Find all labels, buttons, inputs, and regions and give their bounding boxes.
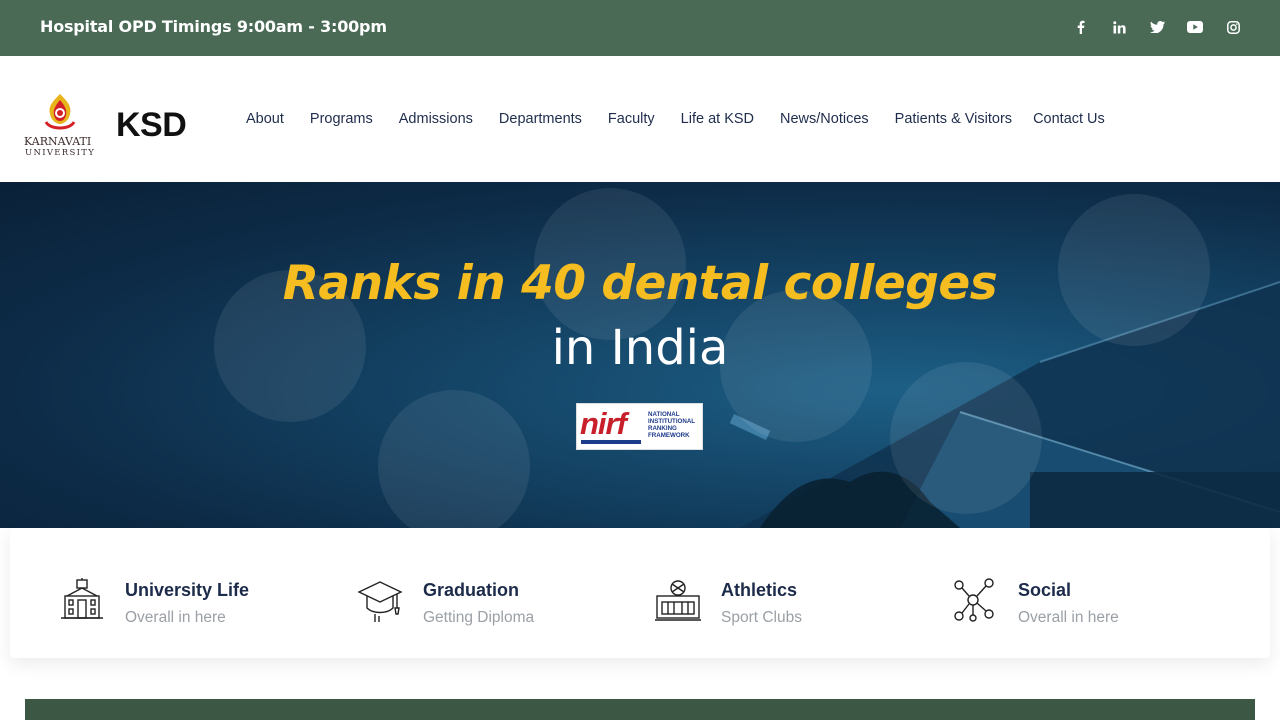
nav-admissions[interactable]: Admissions <box>399 111 473 127</box>
flame-emblem-icon <box>44 94 76 130</box>
nav-programs[interactable]: Programs <box>310 111 373 127</box>
nirf-full-name: NATIONAL INSTITUTIONAL RANKING FRAMEWORK <box>648 411 695 439</box>
opd-timings-text: Hospital OPD Timings 9:00am - 3:00pm <box>40 17 387 36</box>
hero-banner: Ranks in 40 dental colleges in India nir… <box>0 182 1280 528</box>
graduation-cap-icon <box>357 581 403 622</box>
stadium-icon <box>655 580 701 621</box>
site-header: KARNAVATI UNIVERSITY KSD About Programs … <box>0 56 1280 182</box>
nav-about[interactable]: About <box>246 111 284 127</box>
feature-subtitle: Sport Clubs <box>721 609 802 626</box>
nirf-underline <box>581 440 641 444</box>
nav-faculty[interactable]: Faculty <box>608 111 655 127</box>
nav-life-at-ksd[interactable]: Life at KSD <box>681 111 754 127</box>
feature-title: Graduation <box>423 580 520 600</box>
features-card: University Life Overall in here Graduati… <box>10 528 1270 658</box>
nav-contact-us[interactable]: Contact Us <box>1033 111 1105 127</box>
ksd-logo[interactable]: KSD <box>116 106 187 145</box>
social-links <box>1072 18 1242 36</box>
feature-subtitle: Getting Diploma <box>423 609 535 626</box>
top-info-bar: Hospital OPD Timings 9:00am - 3:00pm <box>0 0 1280 56</box>
nav-patients-visitors[interactable]: Patients & Visitors <box>895 111 1012 127</box>
social-network-icon <box>954 578 994 622</box>
nav-departments[interactable]: Departments <box>499 111 582 127</box>
nirf-badge: nirf NATIONAL INSTITUTIONAL RANKING FRAM… <box>576 403 703 450</box>
karnavati-university-logo[interactable]: KARNAVATI UNIVERSITY <box>24 92 104 160</box>
feature-subtitle: Overall in here <box>1018 609 1119 626</box>
hero-headline: Ranks in 40 dental colleges <box>282 256 998 311</box>
feature-title: University Life <box>125 580 250 600</box>
next-section-band <box>25 699 1255 720</box>
hero-subheadline: in India <box>551 320 729 376</box>
university-name-text: KARNAVATI <box>24 135 92 148</box>
nav-news-notices[interactable]: News/Notices <box>780 111 869 127</box>
feature-subtitle: Overall in here <box>125 609 226 626</box>
university-building-icon <box>61 578 103 619</box>
facebook-icon[interactable] <box>1072 18 1090 36</box>
youtube-icon[interactable] <box>1186 18 1204 36</box>
twitter-icon[interactable] <box>1148 18 1166 36</box>
university-sub-text: UNIVERSITY <box>25 148 96 158</box>
feature-title: Social <box>1018 580 1072 600</box>
linkedin-icon[interactable] <box>1110 18 1128 36</box>
nirf-logo-text: nirf <box>580 406 627 441</box>
main-navigation: About Programs Admissions Departments Fa… <box>246 111 1105 127</box>
feature-title: Athletics <box>721 580 798 600</box>
instagram-icon[interactable] <box>1224 18 1242 36</box>
